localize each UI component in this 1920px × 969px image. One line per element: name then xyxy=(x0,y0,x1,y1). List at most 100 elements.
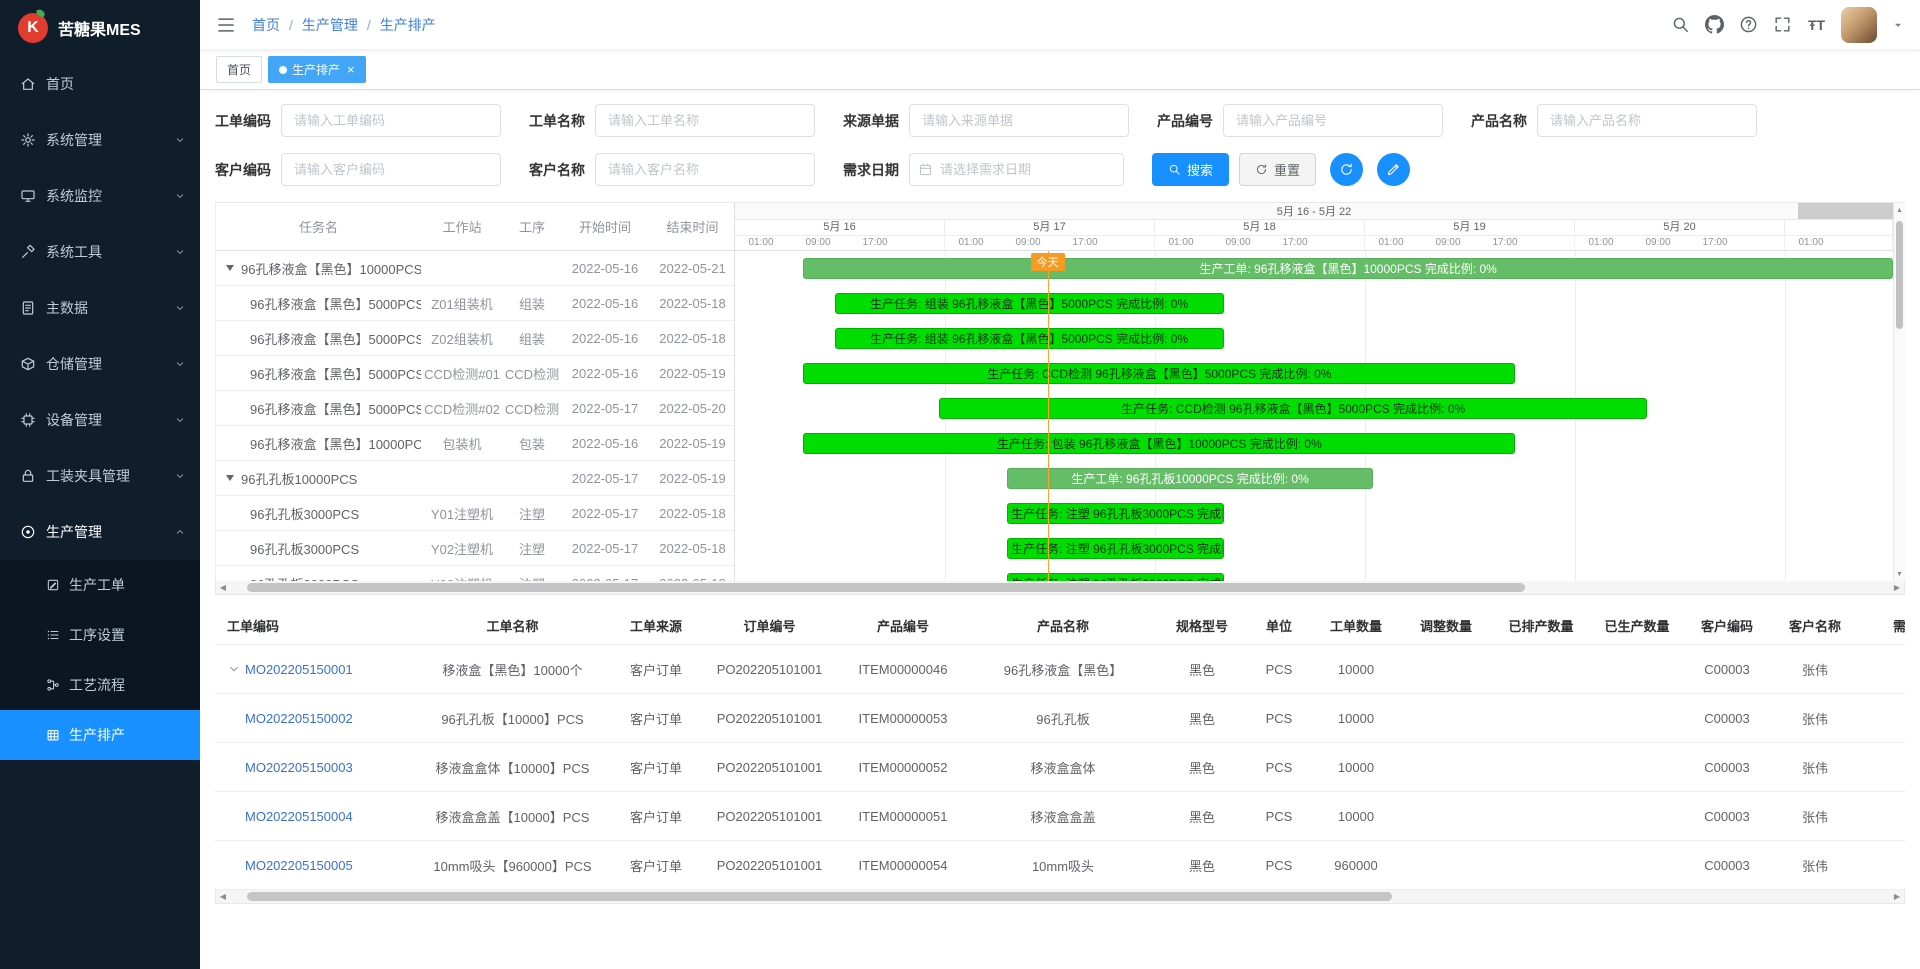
work-order-code-input[interactable] xyxy=(281,104,501,137)
collapse-caret-icon[interactable] xyxy=(226,475,234,481)
customer-name-input[interactable] xyxy=(595,153,815,186)
sidebar-item-master-data[interactable]: 主数据 xyxy=(0,280,200,336)
customer-code-input[interactable] xyxy=(281,153,501,186)
search-icon[interactable] xyxy=(1671,15,1690,34)
fullscreen-icon[interactable] xyxy=(1773,15,1792,34)
gantt-cell-start: 2022-05-17 xyxy=(561,506,649,521)
gantt-bar[interactable]: 生产任务: CCD检测 96孔移液盒【黑色】5000PCS 完成比例: 0% xyxy=(803,363,1515,384)
order-cell-name: 移液盒盒盖【10000】PCS xyxy=(415,807,610,826)
sidebar-item-equipment[interactable]: 设备管理 xyxy=(0,392,200,448)
scroll-right-arrow-icon[interactable]: ▶ xyxy=(1890,581,1904,594)
tab-active[interactable]: 生产排产× xyxy=(268,56,366,83)
gantt-vertical-scrollbar[interactable]: ▲ ▼ xyxy=(1893,203,1905,581)
gantt-bar[interactable]: 生产任务: CCD检测 96孔移液盒【黑色】5000PCS 完成比例: 0% xyxy=(939,398,1648,419)
order-row[interactable]: MO202205150003移液盒盒体【10000】PCS客户订单PO20220… xyxy=(215,743,1905,792)
gantt-task-row[interactable]: 96孔移液盒【黑色】10000PCS2022-05-162022-05-21 xyxy=(216,251,734,286)
gantt-task-row[interactable]: 96孔孔板10000PCS2022-05-172022-05-19 xyxy=(216,461,734,496)
order-code-link[interactable]: MO202205150002 xyxy=(245,711,353,726)
gantt-horizontal-scrollbar[interactable]: ◀ ▶ xyxy=(215,581,1905,595)
search-icon xyxy=(1168,163,1181,176)
tab-home[interactable]: 首页 xyxy=(216,56,262,83)
product-name-input[interactable] xyxy=(1537,104,1757,137)
gantt-task-row[interactable]: 96孔移液盒【黑色】10000PCS包装机包装2022-05-162022-05… xyxy=(216,426,734,461)
breadcrumb-item[interactable]: 生产管理 xyxy=(302,15,358,35)
sidebar-item-warehouse[interactable]: 仓储管理 xyxy=(0,336,200,392)
gantt-bar[interactable]: 生产任务: 包装 96孔移液盒【黑色】10000PCS 完成比例: 0% xyxy=(803,433,1515,454)
order-row[interactable]: MO202205150004移液盒盒盖【10000】PCS客户订单PO20220… xyxy=(215,792,1905,841)
order-cell-customer_name: 张伟 xyxy=(1771,856,1859,875)
sidebar-item-system-admin[interactable]: 系统管理 xyxy=(0,112,200,168)
scroll-right-arrow-icon[interactable]: ▶ xyxy=(1890,890,1904,903)
sidebar-item-process-flow[interactable]: 工艺流程 xyxy=(0,660,200,710)
sidebar-item-scheduling[interactable]: 生产排产 xyxy=(0,710,200,760)
sidebar-item-fixtures[interactable]: 工装夹具管理 xyxy=(0,448,200,504)
timeline-hour-cell: 01:0009:0017:00 xyxy=(735,236,945,250)
user-avatar[interactable] xyxy=(1841,7,1877,43)
demand-date-input[interactable] xyxy=(909,153,1124,186)
scroll-left-arrow-icon[interactable]: ◀ xyxy=(216,890,230,903)
horizontal-scrollbar-thumb[interactable] xyxy=(247,583,1525,592)
order-code-link[interactable]: MO202205150003 xyxy=(245,760,353,775)
gantt-bar[interactable]: 生产任务: 组装 96孔移液盒【黑色】5000PCS 完成比例: 0% xyxy=(835,328,1224,349)
sidebar-item-production[interactable]: 生产管理 xyxy=(0,504,200,560)
gantt-cell-end: 2022-05-18 xyxy=(649,331,734,346)
lock-icon xyxy=(20,468,36,484)
scroll-down-arrow-icon[interactable]: ▼ xyxy=(1894,568,1905,580)
github-icon[interactable] xyxy=(1705,15,1724,34)
timeline-hour-label: 01:00 xyxy=(1168,236,1193,250)
gantt-bar[interactable]: 生产工单: 96孔孔板10000PCS 完成比例: 0% xyxy=(1007,468,1373,489)
gantt-bar[interactable]: 生产任务: 注塑 96孔孔板3000PCS 完成比例: 0% xyxy=(1007,503,1224,524)
chevron-down-icon[interactable] xyxy=(227,662,241,676)
product-code-input[interactable] xyxy=(1223,104,1443,137)
breadcrumb-item[interactable]: 生产排产 xyxy=(380,15,436,35)
gantt-bar[interactable]: 生产任务: 注塑 96孔孔板3000PCS 完成比例: 0% xyxy=(1007,573,1224,581)
orders-horizontal-scrollbar[interactable]: ◀ ▶ xyxy=(215,890,1905,904)
sidebar-item-work-order[interactable]: 生产工单 xyxy=(0,560,200,610)
horizontal-scrollbar-thumb[interactable] xyxy=(247,892,1392,901)
sidebar-item-system-tools[interactable]: 系统工具 xyxy=(0,224,200,280)
navbar: 首页/生产管理/生产排产 ŦT xyxy=(200,0,1920,50)
order-code-link[interactable]: MO202205150005 xyxy=(245,858,353,873)
order-cell-source: 客户订单 xyxy=(610,660,702,679)
source-doc-input[interactable] xyxy=(909,104,1129,137)
order-row[interactable]: MO20220515000296孔孔板【10000】PCS客户订单PO20220… xyxy=(215,694,1905,743)
search-button[interactable]: 搜索 xyxy=(1152,153,1229,186)
order-row[interactable]: MO202205150001移液盒【黑色】10000个客户订单PO2022051… xyxy=(215,645,1905,694)
sidebar-item-process-setup[interactable]: 工序设置 xyxy=(0,610,200,660)
gantt-cell-start: 2022-05-16 xyxy=(561,296,649,311)
reset-button[interactable]: 重置 xyxy=(1239,153,1316,186)
gantt-task-row[interactable]: 96孔孔板3000PCSY02注塑机注塑2022-05-172022-05-18 xyxy=(216,531,734,566)
close-icon[interactable]: × xyxy=(347,62,355,77)
fontsize-icon[interactable]: ŦT xyxy=(1807,15,1826,34)
work-order-name-input[interactable] xyxy=(595,104,815,137)
gantt-task-row[interactable]: 96孔移液盒【黑色】5000PCSCCD检测#02CCD检测2022-05-17… xyxy=(216,391,734,426)
scroll-left-arrow-icon[interactable]: ◀ xyxy=(216,581,230,594)
hamburger-icon[interactable] xyxy=(216,15,236,35)
order-cell-product_name: 96孔移液盒【黑色】 xyxy=(969,660,1157,679)
edit-button[interactable] xyxy=(1377,153,1410,186)
breadcrumb-item[interactable]: 首页 xyxy=(252,15,280,35)
sidebar-item-system-monitor[interactable]: 系统监控 xyxy=(0,168,200,224)
gantt-task-row[interactable]: 96孔孔板3000PCSY03注塑机注塑2022-05-172022-05-18 xyxy=(216,566,734,581)
gantt-bar[interactable]: 生产工单: 96孔移液盒【黑色】10000PCS 完成比例: 0% xyxy=(803,258,1893,279)
scroll-up-arrow-icon[interactable]: ▲ xyxy=(1894,204,1905,216)
order-code-link[interactable]: MO202205150004 xyxy=(245,809,353,824)
scrollbar-track[interactable] xyxy=(230,890,1890,903)
gantt-task-row[interactable]: 96孔移液盒【黑色】5000PCSCCD检测#01CCD检测2022-05-16… xyxy=(216,356,734,391)
gantt-bar[interactable]: 生产任务: 组装 96孔移液盒【黑色】5000PCS 完成比例: 0% xyxy=(835,293,1224,314)
order-code-link[interactable]: MO202205150001 xyxy=(245,662,353,677)
gantt-task-row[interactable]: 96孔移液盒【黑色】5000PCSZ02组装机组装2022-05-162022-… xyxy=(216,321,734,356)
sidebar-item-home[interactable]: 首页 xyxy=(0,56,200,112)
gantt-bar[interactable]: 生产任务: 注塑 96孔孔板3000PCS 完成比例: 0% xyxy=(1007,538,1224,559)
gantt-task-row[interactable]: 96孔移液盒【黑色】5000PCSZ01组装机组装2022-05-162022-… xyxy=(216,286,734,321)
orders-column-header: 工单编码 xyxy=(215,616,415,635)
filter-input-wrap xyxy=(909,153,1124,186)
question-icon[interactable] xyxy=(1739,15,1758,34)
order-row[interactable]: MO20220515000510mm吸头【960000】PCS客户订单PO202… xyxy=(215,841,1905,890)
caret-down-icon[interactable] xyxy=(1892,19,1904,31)
gantt-task-row[interactable]: 96孔孔板3000PCSY01注塑机注塑2022-05-172022-05-18 xyxy=(216,496,734,531)
collapse-caret-icon[interactable] xyxy=(226,265,234,271)
vertical-scrollbar-thumb[interactable] xyxy=(1896,221,1903,329)
refresh-button[interactable] xyxy=(1330,153,1363,186)
scrollbar-track[interactable] xyxy=(230,581,1890,594)
